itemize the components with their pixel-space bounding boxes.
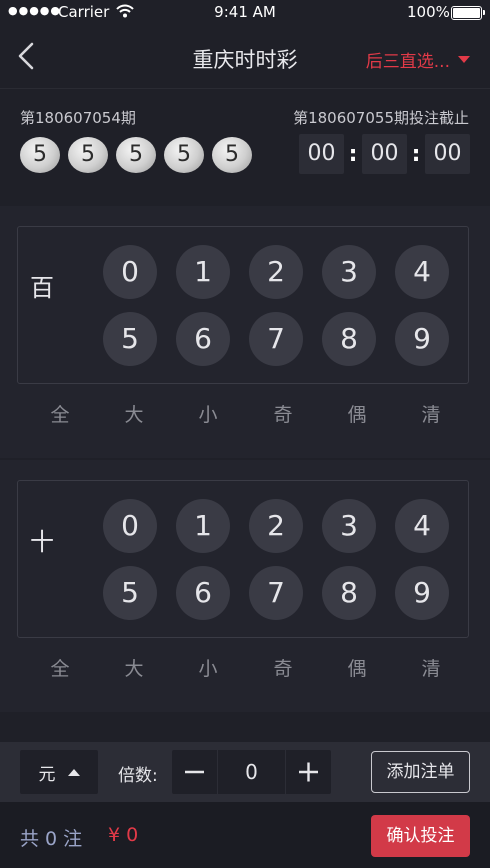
number-ball-1[interactable]: 1 (176, 245, 230, 299)
play-mode-label: 后三直选... (365, 52, 450, 72)
quick-select-all[interactable]: 全 (40, 654, 80, 681)
number-ball-1[interactable]: 1 (176, 499, 230, 553)
position-section-hundreds: 百 0 1 2 3 4 5 6 7 8 9 全 大 小 奇 偶 清 (0, 206, 490, 458)
number-ball-3[interactable]: 3 (322, 499, 376, 553)
number-ball-2[interactable]: 2 (249, 499, 303, 553)
number-ball-4[interactable]: 4 (395, 499, 449, 553)
number-ball-6[interactable]: 6 (176, 566, 230, 620)
position-section-tens: 十 0 1 2 3 4 5 6 7 8 9 全 大 小 奇 偶 清 (0, 460, 490, 712)
number-ball-8[interactable]: 8 (322, 312, 376, 366)
multiplier-value[interactable]: 0 (217, 750, 286, 794)
number-ball-5[interactable]: 5 (103, 566, 157, 620)
number-ball-9[interactable]: 9 (395, 312, 449, 366)
countdown-separator: : (411, 141, 421, 167)
battery-percent: 100% (407, 3, 450, 21)
countdown-minutes: 00 (362, 134, 407, 174)
decrement-button[interactable] (172, 750, 217, 794)
confirm-bet-button[interactable]: 确认投注 (371, 815, 470, 857)
next-issue-deadline-label: 第180607055期投注截止 (293, 109, 469, 127)
number-ball-0[interactable]: 0 (103, 245, 157, 299)
result-ball: 5 (212, 137, 252, 173)
result-ball: 5 (164, 137, 204, 173)
result-ball: 5 (116, 137, 156, 173)
bet-controls-bar: 元 倍数: 0 添加注单 (0, 742, 490, 802)
number-ball-5[interactable]: 5 (103, 312, 157, 366)
result-ball: 5 (68, 137, 108, 173)
quick-select-small[interactable]: 小 (188, 654, 228, 681)
number-ball-9[interactable]: 9 (395, 566, 449, 620)
multiplier-stepper: 0 (172, 750, 331, 794)
minus-icon (185, 770, 204, 774)
quick-select-clear[interactable]: 清 (411, 400, 451, 427)
battery-icon (451, 6, 485, 20)
quick-select-odd[interactable]: 奇 (263, 400, 303, 427)
unit-selector[interactable]: 元 (20, 750, 98, 794)
multiplier-label: 倍数: (118, 766, 158, 786)
bet-amount: ¥ 0 (108, 824, 139, 846)
quick-select-row: 全 大 小 奇 偶 清 (0, 654, 490, 681)
plus-icon (299, 762, 318, 782)
number-ball-7[interactable]: 7 (249, 312, 303, 366)
play-mode-dropdown[interactable]: 后三直选... (366, 47, 470, 72)
bet-count: 共 0 注 (20, 828, 83, 850)
quick-select-big[interactable]: 大 (114, 654, 154, 681)
number-ball-2[interactable]: 2 (249, 245, 303, 299)
quick-select-row: 全 大 小 奇 偶 清 (0, 400, 490, 427)
number-ball-3[interactable]: 3 (322, 245, 376, 299)
caret-up-icon (67, 768, 80, 776)
countdown-seconds: 00 (425, 134, 470, 174)
nav-bar: 重庆时时彩 后三直选... (0, 26, 490, 88)
number-ball-7[interactable]: 7 (249, 566, 303, 620)
countdown-timer: 00 : 00 : 00 (299, 134, 470, 174)
countdown-hours: 00 (299, 134, 344, 174)
number-ball-4[interactable]: 4 (395, 245, 449, 299)
last-result-balls: 5 5 5 5 5 (20, 137, 252, 173)
quick-select-big[interactable]: 大 (114, 400, 154, 427)
quick-select-clear[interactable]: 清 (411, 654, 451, 681)
number-ball-6[interactable]: 6 (176, 312, 230, 366)
summary-footer: 共 0 注 ¥ 0 确认投注 (0, 802, 490, 868)
number-ball-8[interactable]: 8 (322, 566, 376, 620)
add-to-slip-button[interactable]: 添加注单 (371, 751, 470, 793)
unit-label: 元 (38, 764, 56, 785)
position-label: 百 (30, 274, 54, 302)
countdown-separator: : (348, 141, 358, 167)
increment-button[interactable] (286, 750, 331, 794)
last-issue-label: 第180607054期 (20, 109, 136, 127)
quick-select-odd[interactable]: 奇 (263, 654, 303, 681)
number-picker-card (17, 480, 469, 638)
caret-down-icon (458, 56, 470, 63)
draw-info-panel: 第180607054期 5 5 5 5 5 第180607055期投注截止 00… (0, 88, 490, 204)
number-picker-card (17, 226, 469, 384)
quick-select-small[interactable]: 小 (188, 400, 228, 427)
quick-select-even[interactable]: 偶 (337, 654, 377, 681)
status-bar: ●●●●● Carrier 9:41 AM 100% (0, 0, 490, 26)
result-ball: 5 (20, 137, 60, 173)
quick-select-even[interactable]: 偶 (337, 400, 377, 427)
position-label: 十 (30, 528, 54, 556)
number-ball-0[interactable]: 0 (103, 499, 157, 553)
quick-select-all[interactable]: 全 (40, 400, 80, 427)
